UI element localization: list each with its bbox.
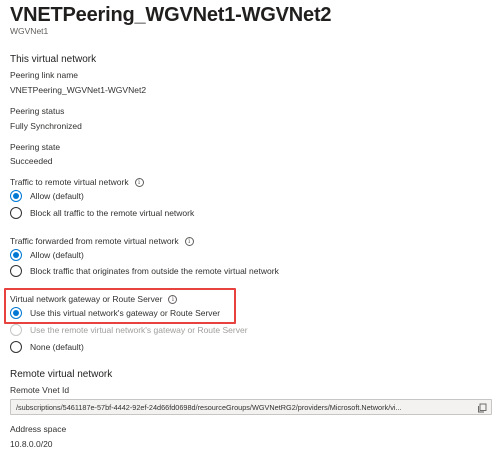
radio-label: None (default)	[30, 342, 84, 352]
address-space-value: 10.8.0.0/20	[10, 439, 53, 449]
peering-link-name-label: Peering link name	[10, 70, 79, 80]
radio-traffic-to-remote-allow[interactable]: Allow (default)	[10, 190, 84, 202]
traffic-forwarded-label: Traffic forwarded from remote virtual ne…	[10, 236, 179, 246]
peering-state-label: Peering state	[10, 142, 61, 152]
radio-gateway-use-this[interactable]: Use this virtual network's gateway or Ro…	[10, 307, 220, 319]
peering-link-name-value: VNETPeering_WGVNet1-WGVNet2	[10, 85, 147, 95]
info-icon[interactable]: i	[184, 237, 194, 246]
peering-status-value: Fully Synchronized	[10, 121, 82, 131]
radio-label: Block all traffic to the remote virtual …	[30, 208, 195, 218]
radio-button[interactable]	[10, 265, 22, 277]
peering-state-value: Succeeded	[10, 156, 53, 166]
remote-vnet-section-title: Remote virtual network	[10, 369, 113, 380]
peering-status-label: Peering status	[10, 106, 65, 116]
traffic-forwarded-label-row: Traffic forwarded from remote virtual ne…	[10, 236, 194, 246]
radio-button-selected[interactable]	[10, 249, 22, 261]
traffic-to-remote-label-row: Traffic to remote virtual network i	[10, 177, 144, 187]
radio-label: Allow (default)	[30, 250, 84, 260]
radio-button-selected[interactable]	[10, 307, 22, 319]
page-subtitle: WGVNet1	[10, 26, 49, 36]
radio-button-disabled	[10, 324, 22, 336]
remote-vnet-id-label: Remote Vnet Id	[10, 385, 70, 395]
radio-traffic-to-remote-block[interactable]: Block all traffic to the remote virtual …	[10, 207, 194, 219]
radio-label: Use the remote virtual network's gateway…	[30, 325, 248, 335]
remote-vnet-id-field[interactable]: /subscriptions/5461187e-57bf-4442-92ef-2…	[10, 399, 492, 415]
radio-label: Use this virtual network's gateway or Ro…	[30, 308, 221, 318]
radio-label: Block traffic that originates from outsi…	[30, 266, 279, 276]
radio-traffic-forwarded-allow[interactable]: Allow (default)	[10, 249, 84, 261]
this-vnet-section-title: This virtual network	[10, 54, 97, 65]
radio-button[interactable]	[10, 207, 22, 219]
gateway-label: Virtual network gateway or Route Server	[10, 294, 163, 304]
remote-vnet-id-value: /subscriptions/5461187e-57bf-4442-92ef-2…	[16, 402, 402, 412]
radio-traffic-forwarded-block[interactable]: Block traffic that originates from outsi…	[10, 265, 279, 277]
traffic-to-remote-label: Traffic to remote virtual network	[10, 177, 129, 187]
address-space-label: Address space	[10, 424, 67, 434]
gateway-label-row: Virtual network gateway or Route Server i	[10, 294, 178, 304]
more-actions-button[interactable]: ···	[272, 2, 288, 17]
radio-button-selected[interactable]	[10, 190, 22, 202]
info-icon[interactable]: i	[168, 295, 178, 304]
radio-button[interactable]	[10, 341, 22, 353]
radio-label: Allow (default)	[30, 191, 84, 201]
radio-gateway-use-remote: Use the remote virtual network's gateway…	[10, 324, 248, 336]
copy-icon[interactable]	[477, 403, 487, 413]
radio-gateway-none[interactable]: None (default)	[10, 341, 84, 353]
info-icon[interactable]: i	[134, 178, 144, 187]
